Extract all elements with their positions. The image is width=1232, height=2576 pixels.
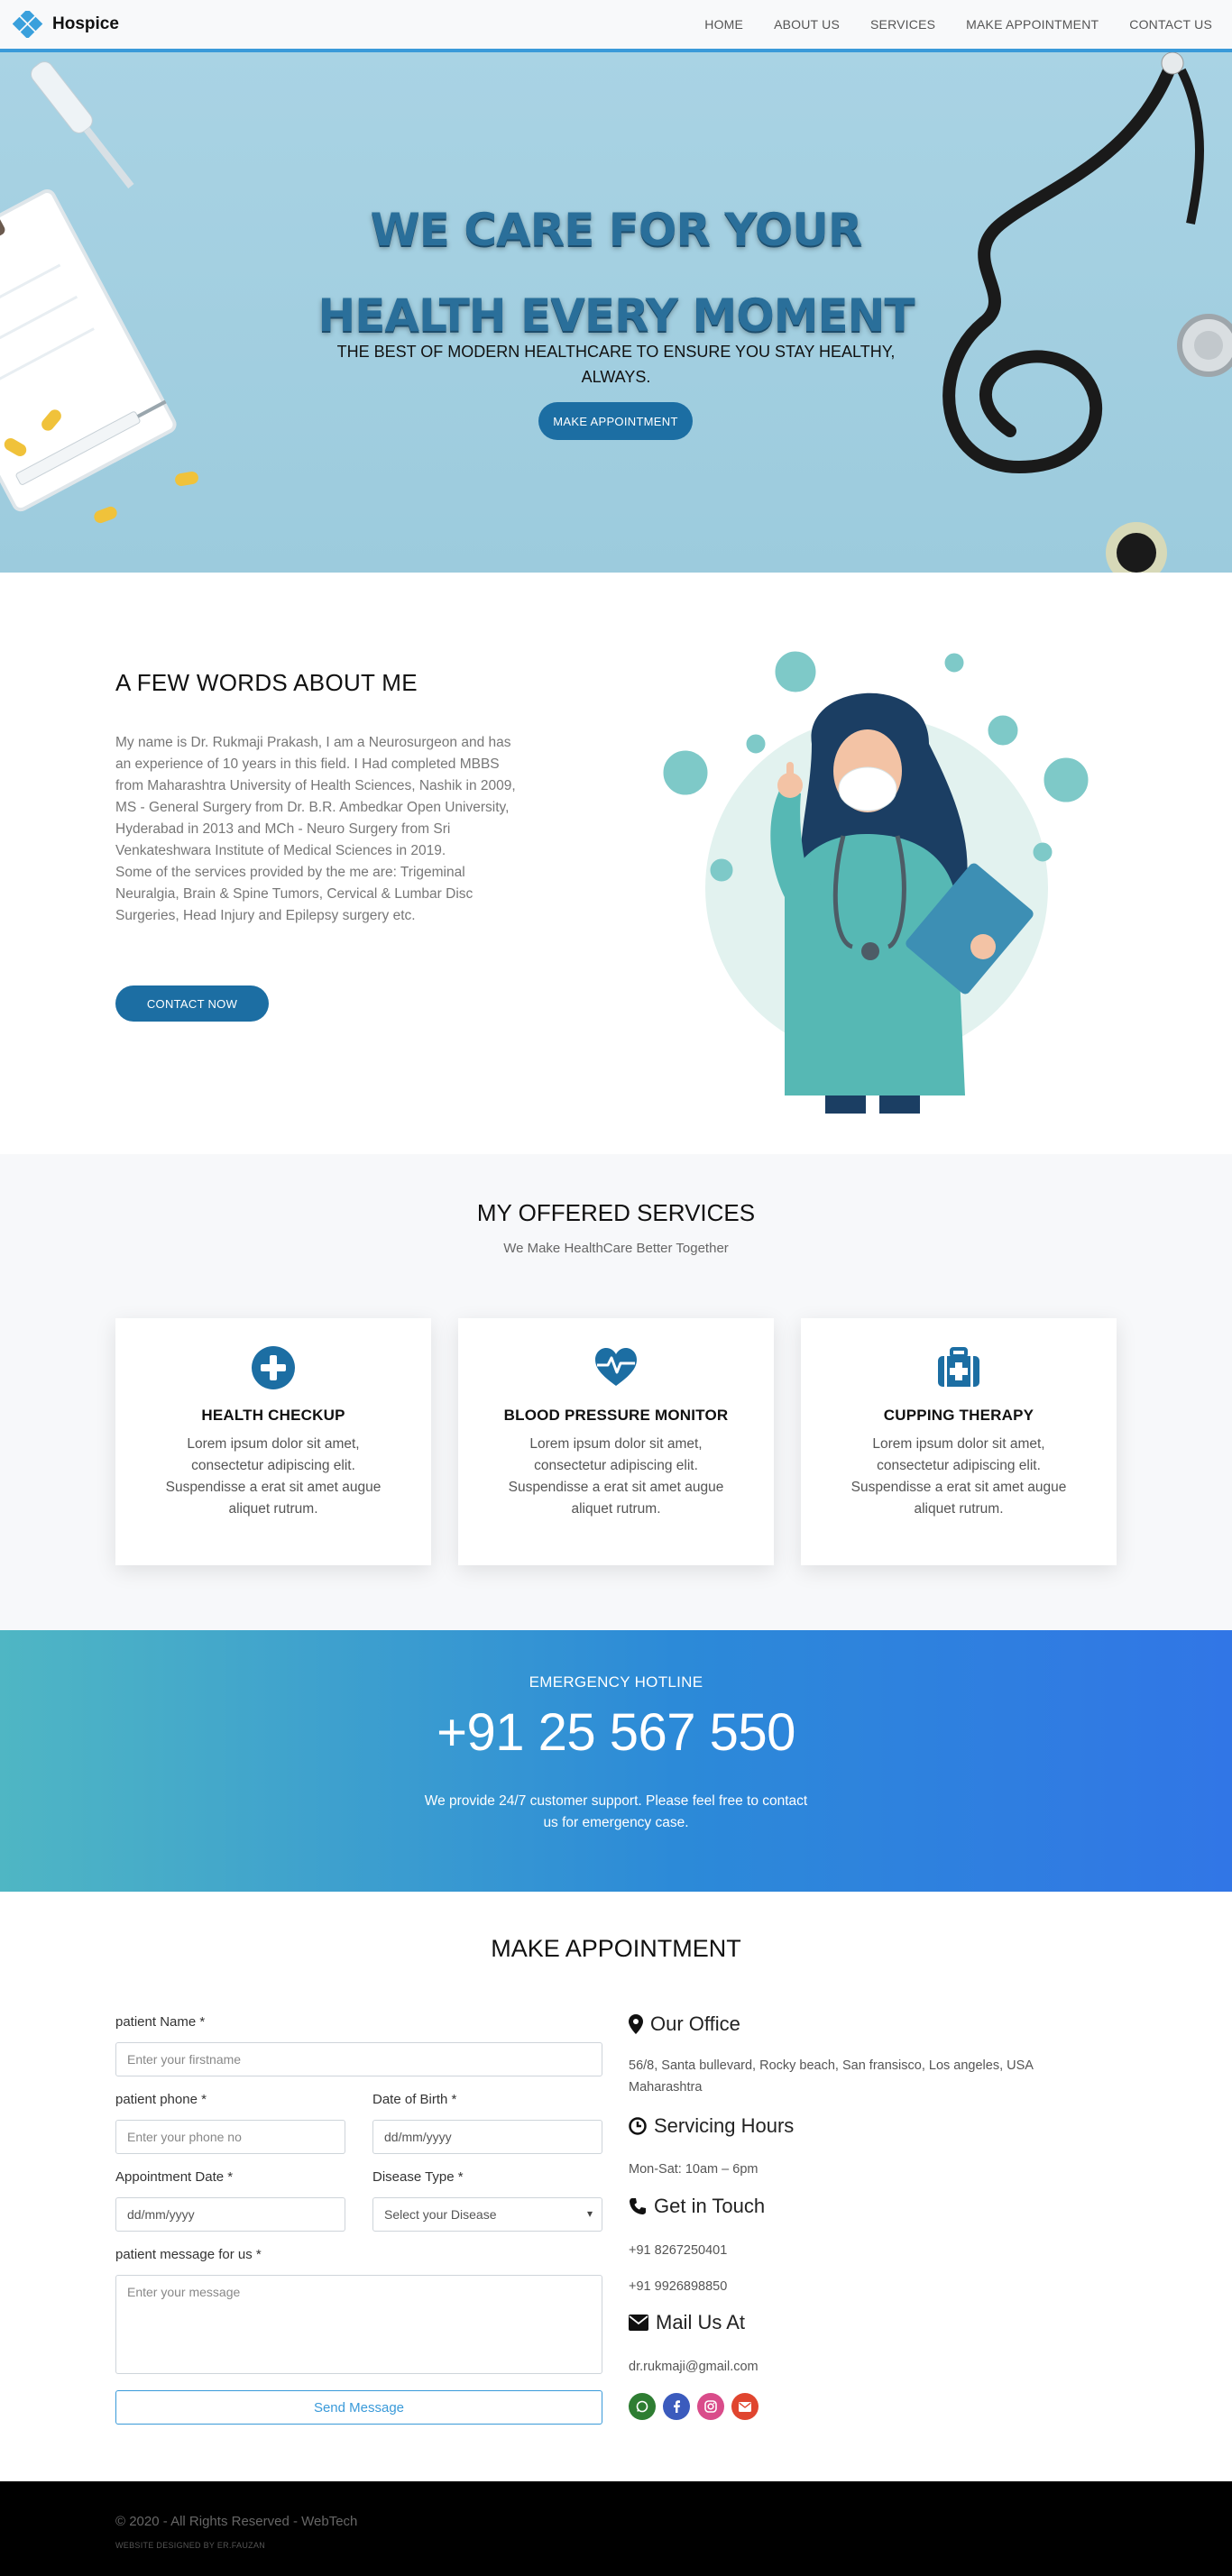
services-subtitle: We Make HealthCare Better Together: [503, 1241, 729, 1256]
office-address: 56/8, Santa bullevard, Rocky beach, San …: [629, 2058, 1034, 2095]
nav-home[interactable]: HOME: [704, 17, 743, 32]
about-title: A FEW WORDS ABOUT ME: [115, 669, 418, 696]
facebook-icon[interactable]: [663, 2393, 690, 2420]
service-card-blood-pressure-monitor[interactable]: BLOOD PRESSURE MONITOR Lorem ipsum dolor…: [458, 1318, 774, 1565]
mail-heading: Mail Us At: [629, 2311, 745, 2334]
patient-name-input[interactable]: Enter your firstname: [115, 2042, 602, 2076]
hero-title: WE CARE FOR YOUR HEALTH EVERY MOMENT: [317, 204, 915, 342]
office-title: Our Office: [650, 2012, 740, 2035]
whatsapp-icon[interactable]: [629, 2393, 656, 2420]
appointment-date-label: Appointment Date *: [115, 2169, 234, 2185]
heartbeat-icon: [595, 1348, 637, 1386]
nav-contact-us[interactable]: CONTACT US: [1129, 17, 1212, 32]
hotline-number[interactable]: +91 25 567 550: [0, 1702, 1232, 1763]
hero-banner: WE CARE FOR YOUR HEALTH EVERY MOMENT THE…: [0, 52, 1232, 573]
service-text: Lorem ipsum dolor sit amet, consectetur …: [508, 1436, 724, 1517]
hours-title: Servicing Hours: [654, 2114, 795, 2137]
touch-heading: Get in Touch: [629, 2195, 765, 2218]
service-title: CUPPING THERAPY: [883, 1407, 1034, 1424]
phone-icon: [630, 2198, 646, 2214]
brand-name: Hospice: [52, 14, 119, 33]
patient-message-label: patient message for us *: [115, 2247, 262, 2262]
hotline-label: EMERGENCY HOTLINE: [529, 1673, 703, 1691]
hero-subtitle: THE BEST OF MODERN HEALTHCARE TO ENSURE …: [336, 343, 896, 386]
doctor-illustration: [663, 651, 1089, 1114]
envelope-icon: [629, 2315, 648, 2331]
appointment-date-input[interactable]: dd/mm/yyyy: [115, 2197, 345, 2232]
hotline-text: We provide 24/7 customer support. Please…: [424, 1793, 808, 1830]
patient-message-textarea[interactable]: Enter your message: [115, 2275, 602, 2374]
service-text: Lorem ipsum dolor sit amet, consectetur …: [850, 1436, 1067, 1517]
plus-circle-icon: [252, 1346, 295, 1389]
nav-make-appointment[interactable]: MAKE APPOINTMENT: [966, 17, 1099, 32]
hospice-logo-icon: [13, 11, 43, 38]
footer-credit: WEBSITE DESIGNED BY ER.FAUZAN: [115, 2541, 266, 2550]
service-text: Lorem ipsum dolor sit amet, consectetur …: [165, 1436, 382, 1517]
email-address[interactable]: dr.rukmaji@gmail.com: [629, 2356, 1116, 2378]
clock-icon: [629, 2117, 647, 2135]
mail-title: Mail Us At: [656, 2311, 746, 2333]
services-section: MY OFFERED SERVICES We Make HealthCare B…: [0, 1154, 1232, 1630]
phone-number-1[interactable]: +91 8267250401: [629, 2240, 1116, 2261]
service-title: BLOOD PRESSURE MONITOR: [503, 1407, 729, 1424]
hours-heading: Servicing Hours: [629, 2114, 794, 2138]
date-of-birth-input[interactable]: dd/mm/yyyy: [372, 2120, 602, 2154]
email-icon[interactable]: [731, 2393, 759, 2420]
send-message-button[interactable]: Send Message: [115, 2390, 602, 2425]
about-text: My name is Dr. Rukmaji Prakash, I am a N…: [115, 735, 516, 923]
disease-type-value: Select your Disease: [384, 2207, 497, 2222]
office-heading: Our Office: [629, 2012, 740, 2036]
contact-now-button[interactable]: CONTACT NOW: [115, 985, 269, 1022]
touch-title: Get in Touch: [654, 2195, 766, 2217]
patient-phone-label: patient phone *: [115, 2092, 207, 2107]
patient-name-label: patient Name *: [115, 2014, 206, 2030]
medical-kit-icon: [938, 1347, 979, 1387]
date-of-birth-label: Date of Birth *: [372, 2092, 457, 2107]
instagram-icon[interactable]: [697, 2393, 724, 2420]
appointment-title: MAKE APPOINTMENT: [491, 1935, 741, 1962]
patient-phone-input[interactable]: Enter your phone no: [115, 2120, 345, 2154]
map-marker-icon: [629, 2014, 643, 2034]
make-appointment-button[interactable]: MAKE APPOINTMENT: [538, 402, 693, 440]
disease-type-label: Disease Type *: [372, 2169, 464, 2185]
service-card-cupping-therapy[interactable]: CUPPING THERAPY Lorem ipsum dolor sit am…: [801, 1318, 1117, 1565]
brand[interactable]: Hospice: [13, 11, 119, 38]
disease-type-select[interactable]: Select your Disease: [372, 2197, 602, 2232]
phone-number-2[interactable]: +91 9926898850: [629, 2276, 1116, 2297]
service-card-health-checkup[interactable]: HEALTH CHECKUP Lorem ipsum dolor sit ame…: [115, 1318, 431, 1565]
navbar: Hospice HOME ABOUT US SERVICES MAKE APPO…: [0, 0, 1232, 52]
nav-about-us[interactable]: ABOUT US: [774, 17, 840, 32]
services-title: MY OFFERED SERVICES: [476, 1199, 756, 1226]
nav-services[interactable]: SERVICES: [870, 17, 935, 32]
hours-text: Mon-Sat: 10am – 6pm: [629, 2162, 759, 2177]
footer-copyright: © 2020 - All Rights Reserved - WebTech: [115, 2514, 358, 2529]
footer: © 2020 - All Rights Reserved - WebTech W…: [0, 2481, 1232, 2576]
emergency-hotline-section: EMERGENCY HOTLINE +91 25 567 550 We prov…: [0, 1630, 1232, 1892]
service-title: HEALTH CHECKUP: [201, 1407, 345, 1424]
